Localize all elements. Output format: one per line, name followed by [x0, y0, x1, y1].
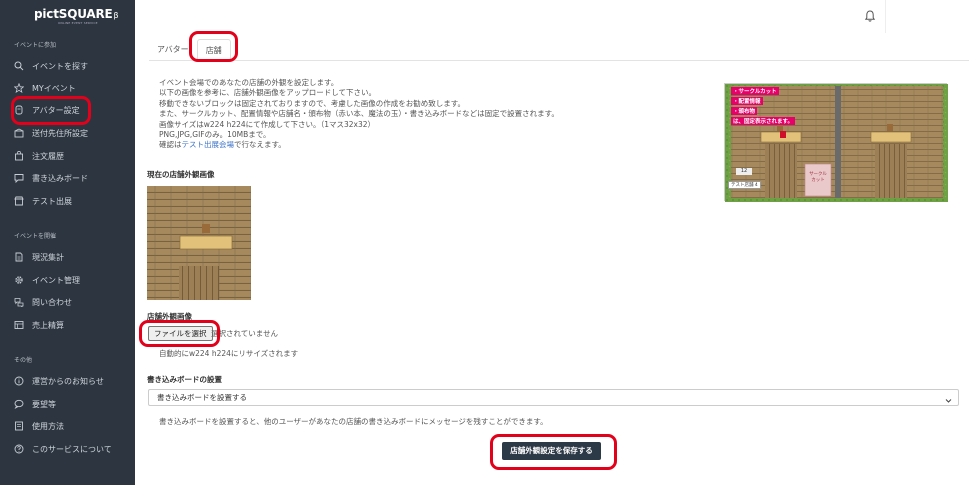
badge: は、固定表示されます。 — [731, 117, 795, 125]
sidebar-item-label: アバター設定 — [32, 105, 80, 115]
tab-avatar[interactable]: アバター — [149, 39, 197, 61]
tabs-divider — [149, 60, 969, 61]
badge: ・サークルカット — [731, 87, 779, 95]
sidebar-item-label: 使用方法 — [32, 421, 64, 431]
sidebar-item-how-to-use[interactable]: 使用方法 — [14, 419, 64, 433]
speech-icon — [14, 399, 24, 409]
sidebar-item-event-management[interactable]: イベント管理 — [14, 273, 80, 287]
sidebar-item-label: 書き込みボード — [32, 173, 88, 183]
star-icon — [14, 83, 24, 93]
sidebar-item-label: 送付先住所設定 — [32, 128, 88, 138]
top-bar — [135, 0, 980, 33]
sidebar-item-label: 要望等 — [32, 399, 56, 409]
cart-icon — [14, 151, 24, 161]
space-number-label: 12 — [736, 168, 752, 175]
sidebar-item-label: イベント管理 — [32, 275, 80, 285]
sidebar-item-label: 注文履歴 — [32, 151, 64, 161]
test-venue-link[interactable]: テスト出展会場 — [182, 140, 235, 149]
sidebar-item-order-history[interactable]: 注文履歴 — [14, 149, 64, 163]
select-value: 書き込みボードを設置する — [157, 393, 247, 402]
sidebar-item-inquiries[interactable]: 問い合わせ — [14, 295, 72, 309]
sidebar-item-my-events[interactable]: MYイベント — [14, 81, 76, 95]
shop-name-label: テスト店舗 4 — [728, 181, 761, 189]
sidebar-item-about-service[interactable]: このサービスについて — [14, 442, 112, 456]
sidebar-item-label: 現況集計 — [32, 252, 64, 262]
logo-subtitle: ONLINE EVENT SERVICE — [58, 21, 98, 25]
sidebar-item-label: 問い合わせ — [32, 297, 72, 307]
sidebar-item-announcements[interactable]: 運営からのお知らせ — [14, 374, 104, 388]
sidebar-item-label: MYイベント — [32, 83, 76, 93]
sidebar-item-label: テスト出展 — [32, 196, 72, 206]
bell-icon[interactable] — [863, 9, 877, 23]
logo-text: pictSQUARE — [34, 7, 113, 21]
description-line: 以下の画像を参考に、店舗外観画像をアップロードして下さい。 — [159, 88, 377, 98]
question-icon — [14, 444, 24, 454]
resize-note: 自動的にw224 h224にリサイズされます — [159, 349, 299, 358]
save-shop-settings-button[interactable]: 店舗外観設定を保存する — [502, 442, 601, 460]
app-logo[interactable]: pictSQUAREβ — [34, 7, 119, 21]
logo-beta: β — [113, 11, 119, 20]
current-image-label: 現在の店舗外観画像 — [147, 170, 215, 179]
sidebar-item-status-summary[interactable]: 現況集計 — [14, 250, 64, 264]
current-shop-image — [147, 186, 251, 300]
section-title-host: イベントを開催 — [14, 233, 57, 240]
chat-bubbles-icon — [14, 297, 24, 307]
sidebar: pictSQUAREβ ONLINE EVENT SERVICE イベントに参加… — [0, 0, 135, 485]
description-line: 画像サイズはw224 h224にて作成して下さい。（1マス32x32） — [159, 119, 375, 129]
fixed-items-badges: ・サークルカット ・配置情報 ・頒布物 は、固定表示されます。 — [731, 87, 795, 125]
sidebar-item-label: 売上精算 — [32, 320, 64, 330]
badge: ・頒布物 — [731, 107, 758, 115]
chat-icon — [14, 173, 24, 183]
badge: ・配置情報 — [731, 97, 763, 105]
board-note: 書き込みボードを設置すると、他のユーザーがあなたの店舗の書き込みボードにメッセー… — [159, 417, 548, 426]
sidebar-item-requests[interactable]: 要望等 — [14, 397, 56, 411]
sidebar-item-test-exhibit[interactable]: テスト出展 — [14, 194, 72, 208]
sidebar-item-sales-settlement[interactable]: 売上精算 — [14, 318, 64, 332]
shop-image-label: 店舗外観画像 — [147, 312, 192, 321]
description-line: PNG,JPG,GIFのみ。10MBまで。 — [159, 130, 271, 140]
search-icon — [14, 61, 24, 71]
chevron-down-icon — [945, 394, 952, 403]
sidebar-item-search-events[interactable]: イベントを探す — [14, 59, 88, 73]
choose-file-button[interactable]: ファイルを選択 — [148, 326, 213, 341]
gear-icon — [14, 275, 24, 285]
board-setting-label: 書き込みボードの設置 — [147, 375, 222, 384]
circle-cut-label: サークル カット — [809, 172, 827, 183]
confirm-suffix: で行なえます。 — [234, 140, 286, 150]
book-icon — [14, 421, 24, 431]
document-icon — [14, 252, 24, 262]
confirm-prefix: 確認は — [159, 140, 182, 150]
settings-tabs: アバター 店舗 — [149, 39, 231, 61]
shop-description: イベント会場でのあなたの店舗の外観を設定します。 以下の画像を参考に、店舗外観画… — [159, 78, 699, 151]
avatar-icon — [14, 105, 24, 115]
section-title-participate: イベントに参加 — [14, 42, 57, 49]
sidebar-item-label: 運営からのお知らせ — [32, 376, 104, 386]
sidebar-item-message-board[interactable]: 書き込みボード — [14, 171, 88, 185]
sidebar-item-label: イベントを探す — [32, 61, 88, 71]
description-line: また、サークルカット、配置情報や店舗名・頒布物（赤い本、魔法の玉）・書き込みボー… — [159, 109, 559, 119]
description-confirm: 確認はテスト出展会場で行なえます。 — [159, 140, 699, 150]
file-status-text: 選択されていません — [211, 329, 279, 338]
sidebar-item-shipping-address[interactable]: 送付先住所設定 — [14, 126, 88, 140]
box-icon — [14, 128, 24, 138]
sample-reference-image: ・サークルカット ・配置情報 ・頒布物 は、固定表示されます。 12 テスト店舗… — [724, 83, 948, 202]
info-icon — [14, 376, 24, 386]
section-title-other: その他 — [14, 357, 33, 364]
calculator-icon — [14, 320, 24, 330]
description-line: 移動できないブロックは固定されておりますので、考慮した画像の作成をお勧め致します… — [159, 98, 465, 108]
sidebar-item-avatar-settings[interactable]: アバター設定 — [14, 103, 80, 117]
sidebar-item-label: このサービスについて — [32, 444, 112, 454]
top-bar-divider — [885, 0, 886, 33]
main-content: アバター 店舗 イベント会場でのあなたの店舗の外観を設定します。 以下の画像を参… — [135, 33, 980, 485]
description-line: イベント会場でのあなたの店舗の外観を設定します。 — [159, 78, 339, 87]
shop-icon — [14, 196, 24, 206]
message-board-select[interactable]: 書き込みボードを設置する — [148, 389, 959, 406]
tab-shop[interactable]: 店舗 — [196, 39, 231, 61]
